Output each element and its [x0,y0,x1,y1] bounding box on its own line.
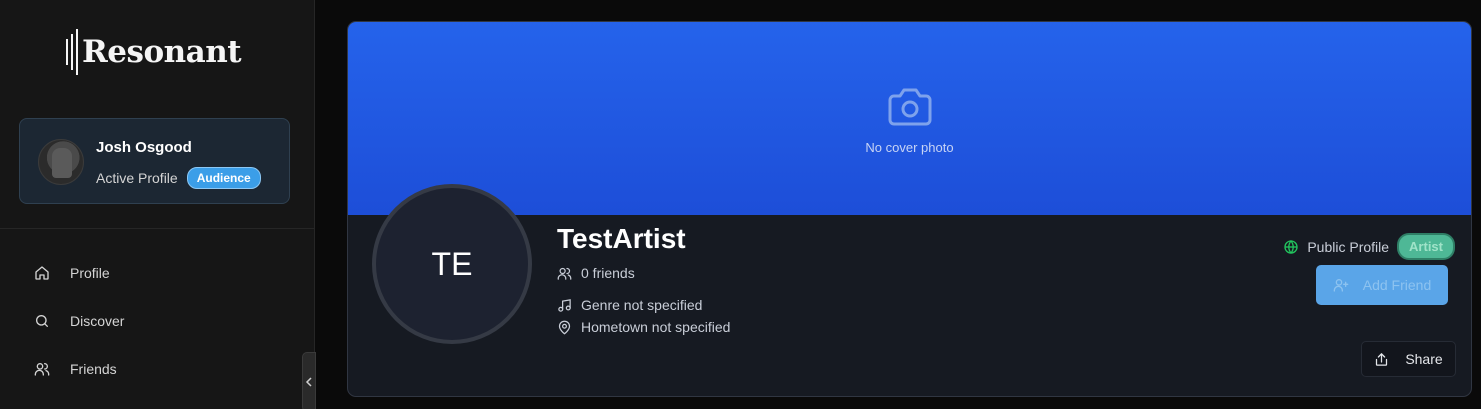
audience-badge: Audience [186,167,261,189]
friends-count-row: 0 friends [557,265,635,281]
globe-icon [1284,239,1299,254]
genre-row: Genre not specified [557,297,702,313]
sidebar-item-label: Friends [70,361,117,377]
sidebar-item-label: Discover [70,313,125,329]
home-icon [35,266,49,280]
share-label: Share [1405,351,1443,367]
app-root: Resonant Josh Osgood Active Profile Audi… [0,0,1481,409]
friends-count: 0 friends [581,265,635,281]
active-profile-card[interactable]: Josh Osgood Active Profile Audience [19,118,290,204]
sidebar-item-friends[interactable]: Friends [34,357,117,381]
sidebar-item-label: Profile [70,265,110,281]
chevron-left-icon [305,377,312,387]
artist-avatar: TE [372,184,532,344]
avatar-initials: TE [431,245,473,282]
artist-badge: Artist [1397,233,1455,260]
sidebar-item-discover[interactable]: Discover [34,309,124,333]
add-friend-label: Add Friend [1362,277,1432,293]
add-friend-button[interactable]: Add Friend [1316,265,1448,305]
profile-name: Josh Osgood [96,139,192,156]
logo-mark-icon [66,29,78,75]
music-note-icon [558,298,571,312]
artist-profile-card: No cover photo TE TestArtist 0 friends G… [347,21,1472,397]
users-icon [34,363,50,376]
resonant-logo[interactable]: Resonant [66,28,242,76]
profile-status: Active Profile [96,170,178,186]
genre-text: Genre not specified [581,297,703,313]
visibility-text: Public Profile [1307,238,1390,255]
logo-text: Resonant [82,34,242,70]
hometown-row: Hometown not specified [557,319,730,335]
sidebar-item-profile[interactable]: Profile [34,261,110,285]
search-icon [36,315,48,327]
camera-icon [888,88,932,126]
profile-status-row: Active Profile Audience [96,167,261,189]
visibility-row: Public Profile Artist [1283,233,1455,260]
avatar [38,139,84,185]
hometown-text: Hometown not specified [581,319,731,335]
sidebar-collapse-handle[interactable] [302,352,316,409]
users-icon [557,267,572,280]
map-pin-icon [558,320,571,335]
cover-photo[interactable]: No cover photo [348,22,1471,215]
user-plus-icon [1333,279,1349,292]
sidebar-divider [0,228,314,229]
share-button[interactable]: Share [1361,341,1456,377]
no-cover-text: No cover photo [865,140,954,155]
share-icon [1376,352,1388,366]
sidebar: Resonant Josh Osgood Active Profile Audi… [0,0,316,409]
artist-name: TestArtist [557,223,686,254]
